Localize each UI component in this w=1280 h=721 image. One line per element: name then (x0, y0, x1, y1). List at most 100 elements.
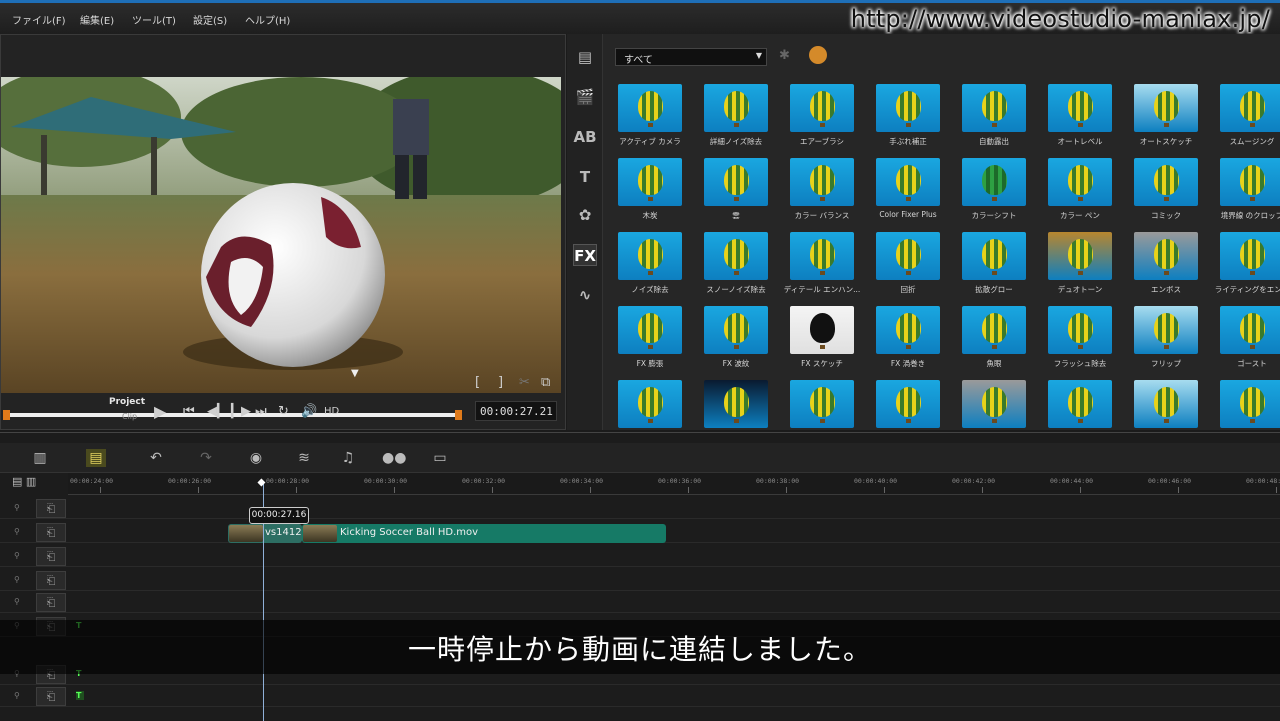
video-clip[interactable]: Kicking Soccer Ball HD.mov (302, 524, 666, 543)
auto-music-icon[interactable]: ♫ (338, 449, 358, 467)
filter-item[interactable]: カラー ペン (1037, 154, 1123, 227)
filter-item[interactable]: フラッシュ除去 (1037, 302, 1123, 375)
filter-item[interactable]: ゴースト (1209, 302, 1280, 375)
filter-item[interactable]: ライティングをエンハ (1209, 228, 1280, 301)
filter-item[interactable]: 詳細ノイズ除去 (693, 80, 779, 153)
instant-project-icon[interactable]: 🎬 (573, 86, 597, 108)
filter-item[interactable]: FX 波紋 (693, 302, 779, 375)
overlay-track-icon[interactable]: ⎗ (36, 523, 66, 542)
title-icon[interactable]: T (573, 166, 597, 188)
mode-project[interactable]: Project (109, 397, 145, 407)
filter-item[interactable]: 雲 (693, 154, 779, 227)
media-icon[interactable]: ▤ (573, 46, 597, 68)
mark-out-icon[interactable]: ] (498, 375, 503, 390)
next-frame-icon[interactable]: ▎▶ (231, 404, 251, 419)
filter-item[interactable]: スノーノイズ除去 (693, 228, 779, 301)
trim-end-handle[interactable] (455, 410, 462, 420)
filter-item[interactable]: 自動露出 (951, 80, 1037, 153)
filter-item[interactable]: 手ぶれ補正 (865, 80, 951, 153)
menu-edit[interactable]: 編集(E) (80, 12, 114, 27)
lock-icon[interactable]: ⚲ (14, 551, 22, 560)
transition-clip[interactable]: vs1412 (228, 524, 302, 543)
filter-item[interactable]: アクティブ カメラ (607, 80, 693, 153)
timeline-view-icon[interactable]: ▤ (86, 449, 106, 467)
transition-icon[interactable]: AB (573, 126, 597, 148)
filter-item[interactable]: エンボス (1123, 228, 1209, 301)
filter-item[interactable] (779, 376, 865, 430)
filter-item[interactable] (1123, 376, 1209, 430)
marker-icon[interactable]: ▼ (351, 368, 361, 379)
lock-icon[interactable]: ⚲ (14, 527, 22, 536)
storyboard-view-icon[interactable]: ▥ (30, 449, 50, 467)
filter-item[interactable]: カラー バランス (779, 154, 865, 227)
voice-track-icon[interactable]: ⎗ (36, 687, 66, 706)
filter-item[interactable]: FX スケッチ (779, 302, 865, 375)
balloon-icon (1154, 165, 1179, 195)
filter-item[interactable]: 拡散グロー (951, 228, 1037, 301)
filter-item[interactable]: FX 膨張 (607, 302, 693, 375)
lock-icon[interactable]: ⚲ (14, 691, 22, 700)
filter-item[interactable]: デュオトーン (1037, 228, 1123, 301)
play-icon[interactable]: ▶ (154, 402, 166, 421)
overlay-track-icon[interactable]: ⎗ (36, 547, 66, 566)
filter-item[interactable]: 魚眼 (951, 302, 1037, 375)
add-filter-icon[interactable]: ✱ (779, 48, 790, 63)
menu-settings[interactable]: 設定(S) (193, 12, 227, 27)
motion-tracking-icon[interactable]: ●● (382, 449, 406, 467)
mark-in-icon[interactable]: [ (475, 375, 480, 390)
filter-item[interactable]: スムージング (1209, 80, 1280, 153)
record-capture-icon[interactable]: ◉ (246, 449, 266, 467)
filter-item[interactable]: ディテール エンハン... (779, 228, 865, 301)
filter-item[interactable]: エアーブラシ (779, 80, 865, 153)
split-clip-icon[interactable]: ✂ (519, 375, 530, 390)
filter-fx-icon[interactable]: FX (573, 244, 597, 266)
sound-mixer-icon[interactable]: ≋ (294, 449, 314, 467)
filter-item[interactable] (865, 376, 951, 430)
lock-icon[interactable]: ⚲ (14, 503, 22, 512)
timecode-field[interactable]: 00:00:27.21 (475, 401, 557, 421)
video-track-icon[interactable]: ⎗ (36, 499, 66, 518)
filter-item[interactable] (1209, 376, 1280, 430)
filter-item[interactable]: FX 渦巻き (865, 302, 951, 375)
filter-item[interactable]: オートレベル (1037, 80, 1123, 153)
menu-file[interactable]: ファイル(F) (12, 12, 66, 27)
menu-help[interactable]: ヘルプ(H) (245, 12, 290, 27)
filter-item[interactable]: 境界線 のクロップ (1209, 154, 1280, 227)
end-icon[interactable]: ⏭ (255, 404, 267, 419)
menu-tools[interactable]: ツール(T) (132, 12, 176, 27)
graphic-icon[interactable]: ✿ (573, 204, 597, 226)
path-icon[interactable]: ∿ (573, 284, 597, 306)
repeat-icon[interactable]: ↻ (278, 404, 289, 419)
previous-frame-icon[interactable]: ◀▎ (207, 404, 227, 419)
overlay-track-icon[interactable]: ⎗ (36, 593, 66, 612)
track-manager-icon[interactable]: ▤ ▥ (12, 475, 36, 488)
undo-icon[interactable]: ↶ (146, 449, 166, 467)
enlarge-icon[interactable]: ⧉ (541, 375, 550, 390)
filter-item[interactable]: オートスケッチ (1123, 80, 1209, 153)
filter-item[interactable] (607, 376, 693, 430)
home-icon[interactable]: ⏮ (183, 404, 195, 419)
subtitle-editor-icon[interactable]: ▭ (430, 449, 450, 467)
lock-icon[interactable]: ⚲ (14, 597, 22, 606)
playhead-handle-icon[interactable]: ⯁ (257, 477, 269, 490)
filter-item[interactable]: Color Fixer Plus (865, 154, 951, 227)
filter-item[interactable]: 回折 (865, 228, 951, 301)
filter-item[interactable]: フリップ (1123, 302, 1209, 375)
redo-icon[interactable]: ↷ (196, 449, 216, 467)
filter-item[interactable]: コミック (1123, 154, 1209, 227)
filter-item[interactable]: ノイズ除去 (607, 228, 693, 301)
mode-clip[interactable]: Clip (122, 412, 137, 421)
filter-item[interactable] (693, 376, 779, 430)
lock-icon[interactable]: ⚲ (14, 575, 22, 584)
filter-item[interactable]: 木炭 (607, 154, 693, 227)
volume-icon[interactable]: 🔊 (301, 404, 317, 419)
trim-start-handle[interactable] (3, 410, 10, 420)
options-icon[interactable] (809, 46, 827, 64)
time-ruler[interactable]: 00:00:24:00 00:00:26:00 00:00:28:00 00:00:3… (68, 473, 1280, 495)
filter-item[interactable] (951, 376, 1037, 430)
hd-toggle[interactable]: HD (324, 406, 339, 417)
library-filter-dropdown[interactable]: すべて ▼ (615, 48, 767, 66)
overlay-track-icon[interactable]: ⎗ (36, 571, 66, 590)
filter-item[interactable] (1037, 376, 1123, 430)
filter-item[interactable]: カラーシフト (951, 154, 1037, 227)
